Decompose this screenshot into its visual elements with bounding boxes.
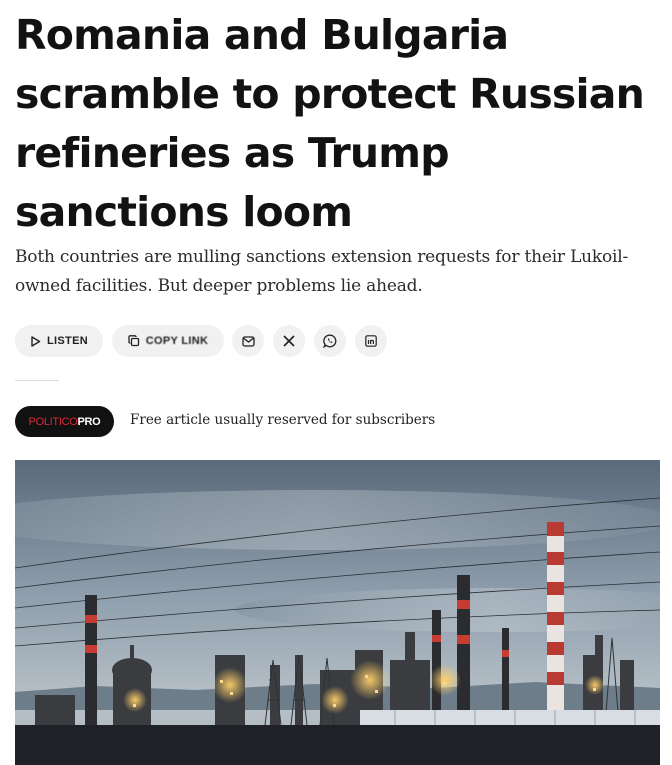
- linkedin-icon: [365, 335, 377, 347]
- badge-brand-part1: POLITICO: [28, 415, 78, 428]
- politico-pro-badge[interactable]: POLITICO PRO: [15, 406, 114, 437]
- whatsapp-icon: [323, 334, 337, 348]
- article-dek: Both countries are mulling sanctions ext…: [15, 247, 629, 296]
- hero-image: [15, 460, 660, 765]
- badge-brand-part2: PRO: [77, 415, 101, 428]
- copy-link-button[interactable]: COPY LINK: [112, 325, 224, 357]
- mail-icon: [241, 335, 255, 347]
- listen-label: LISTEN: [47, 335, 88, 347]
- linkedin-share-button[interactable]: [355, 325, 387, 357]
- article-headline: Romania and Bulgaria scramble to protect…: [15, 11, 645, 236]
- refinery-photo: [15, 460, 660, 765]
- subscriber-notice: Free article usually reserved for subscr…: [130, 412, 436, 428]
- section-divider: [15, 380, 59, 381]
- x-icon: [283, 335, 295, 347]
- email-share-button[interactable]: [232, 325, 264, 357]
- copy-link-label: COPY LINK: [145, 335, 209, 347]
- copy-icon: [128, 335, 139, 347]
- whatsapp-share-button[interactable]: [314, 325, 346, 357]
- play-icon: [31, 335, 41, 347]
- listen-button[interactable]: LISTEN: [15, 325, 103, 357]
- x-share-button[interactable]: [273, 325, 305, 357]
